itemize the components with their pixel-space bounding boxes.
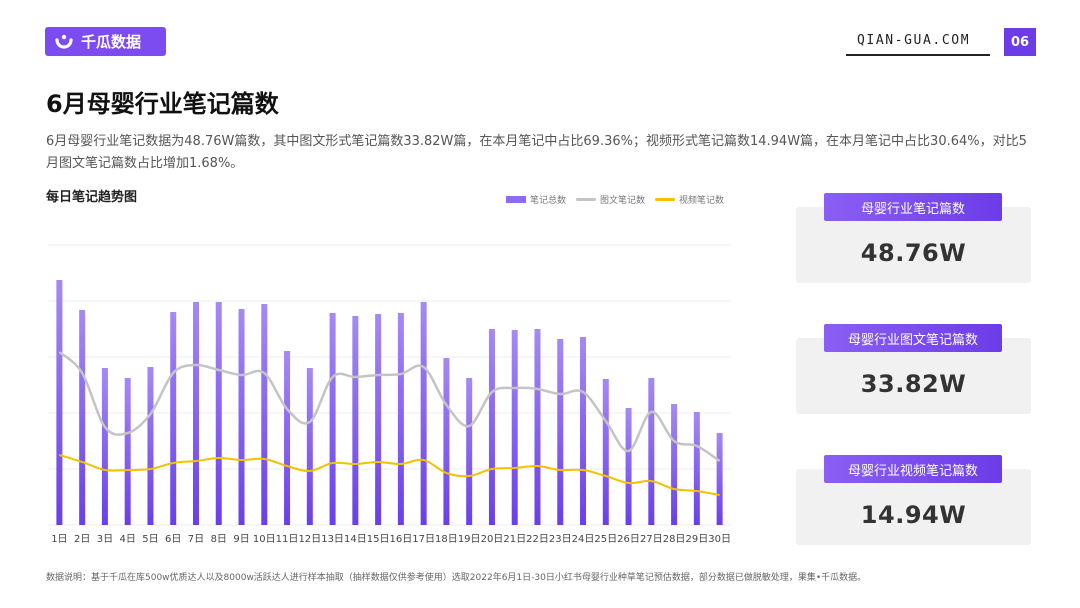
card-image-value: 33.82W [860, 370, 967, 398]
line-image-notes [58, 351, 721, 463]
bar-4日 [124, 378, 131, 525]
x-tick-3日: 3日 [97, 534, 113, 545]
x-tick-11日: 11日 [276, 534, 299, 545]
bar-9日 [238, 309, 245, 525]
x-tick-4日: 4日 [119, 534, 135, 545]
bar-2日 [79, 310, 86, 525]
x-tick-20日: 20日 [481, 534, 504, 545]
card-video-notes: 母婴行业视频笔记篇数 14.94W [796, 455, 1031, 545]
x-tick-18日: 18日 [435, 534, 458, 545]
bar-5日 [147, 367, 154, 525]
bar-1日 [56, 280, 63, 525]
x-tick-21日: 21日 [503, 534, 526, 545]
bar-13日 [329, 313, 336, 525]
x-tick-16日: 16日 [390, 534, 413, 545]
bar-10日 [261, 304, 268, 525]
x-tick-25日: 25日 [594, 534, 617, 545]
x-tick-23日: 23日 [549, 534, 572, 545]
bar-15日 [375, 314, 382, 525]
x-tick-1日: 1日 [51, 534, 67, 545]
x-tick-28日: 28日 [663, 534, 686, 545]
bar-24日 [580, 337, 587, 525]
card-image-notes: 母婴行业图文笔记篇数 33.82W [796, 324, 1031, 414]
x-tick-labels: 1日 2日 3日 4日 5日 6日 7日 8日 9日 10日 11日 12日 13日 14日 15日 16日 1… [51, 534, 731, 545]
bar-25日 [602, 379, 609, 525]
x-tick-5日: 5日 [142, 534, 158, 545]
bar-27日 [648, 378, 655, 525]
bar-18日 [443, 358, 450, 525]
bar-3日 [101, 368, 108, 525]
card-total-notes: 母婴行业笔记篇数 48.76W [796, 193, 1031, 283]
x-tick-7日: 7日 [188, 534, 204, 545]
x-tick-13日: 13日 [321, 534, 344, 545]
bar-30日 [716, 433, 723, 525]
bar-16日 [397, 313, 404, 525]
x-tick-17日: 17日 [412, 534, 435, 545]
bar-7日 [192, 302, 199, 525]
bar-22日 [534, 329, 541, 525]
bar-8日 [215, 302, 222, 525]
series-lines [58, 351, 721, 496]
card-image-label: 母婴行业图文笔记篇数 [824, 324, 1002, 352]
data-footnote: 数据说明：基于千瓜在库500w优质达人以及8000w活跃达人进行样本抽取（抽样数… [46, 573, 867, 583]
bar-20日 [488, 329, 495, 525]
line-video-notes [59, 454, 720, 496]
x-tick-12日: 12日 [298, 534, 321, 545]
bar-11日 [284, 351, 291, 525]
bar-23日 [557, 339, 564, 525]
x-tick-9日: 9日 [233, 534, 249, 545]
x-tick-6日: 6日 [165, 534, 181, 545]
bar-6日 [170, 312, 177, 525]
card-video-value: 14.94W [860, 501, 967, 529]
x-tick-22日: 22日 [526, 534, 549, 545]
x-tick-27日: 27日 [640, 534, 663, 545]
x-tick-30日: 30日 [708, 534, 731, 545]
x-tick-14日: 14日 [344, 534, 367, 545]
x-tick-8日: 8日 [211, 534, 227, 545]
bar-19日 [466, 378, 473, 525]
bar-12日 [306, 368, 313, 525]
bar-29日 [693, 412, 700, 525]
bar-17日 [420, 302, 427, 525]
bar-26日 [625, 408, 632, 525]
x-tick-10日: 10日 [253, 534, 276, 545]
x-tick-26日: 26日 [617, 534, 640, 545]
x-tick-24日: 24日 [572, 534, 595, 545]
card-total-label: 母婴行业笔记篇数 [824, 193, 1002, 221]
x-tick-19日: 19日 [458, 534, 481, 545]
x-tick-15日: 15日 [367, 534, 390, 545]
bar-28日 [671, 404, 678, 525]
x-tick-2日: 2日 [74, 534, 90, 545]
x-tick-29日: 29日 [685, 534, 708, 545]
card-video-label: 母婴行业视频笔记篇数 [824, 455, 1002, 483]
card-total-value: 48.76W [860, 239, 967, 267]
bar-14日 [352, 316, 359, 525]
bar-21日 [511, 330, 518, 525]
